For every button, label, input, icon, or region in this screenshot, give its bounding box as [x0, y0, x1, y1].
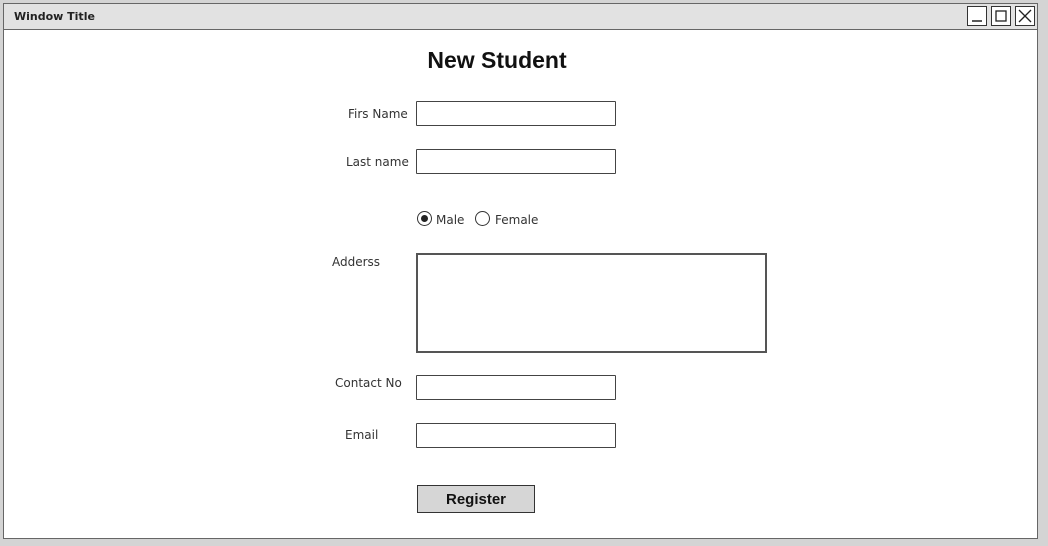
address-label: Adderss: [332, 255, 381, 269]
register-button[interactable]: Register: [417, 485, 535, 513]
maximize-button[interactable]: [991, 6, 1011, 26]
title-bar[interactable]: Window Title: [4, 4, 1037, 30]
maximize-icon: [995, 10, 1007, 22]
female-radio-label[interactable]: Female: [495, 213, 538, 227]
contact-input[interactable]: [416, 375, 616, 400]
first-name-input[interactable]: [416, 101, 616, 126]
close-button[interactable]: [1015, 6, 1035, 26]
last-name-input[interactable]: [416, 149, 616, 174]
contact-label: Contact No: [335, 376, 402, 390]
minimize-icon: [972, 20, 982, 22]
close-icon: [1018, 9, 1032, 23]
first-name-label: Firs Name: [348, 107, 408, 121]
male-radio[interactable]: [417, 211, 432, 226]
email-input[interactable]: [416, 423, 616, 448]
minimize-button[interactable]: [967, 6, 987, 26]
app-window: Window Title New Student Firs Name Last …: [3, 3, 1038, 539]
window-title: Window Title: [14, 10, 95, 23]
address-textarea[interactable]: [416, 253, 767, 353]
form-title: New Student: [427, 47, 567, 73]
female-radio[interactable]: [475, 211, 490, 226]
male-radio-label[interactable]: Male: [436, 213, 464, 227]
last-name-label: Last name: [346, 155, 409, 169]
email-label: Email: [345, 428, 379, 442]
